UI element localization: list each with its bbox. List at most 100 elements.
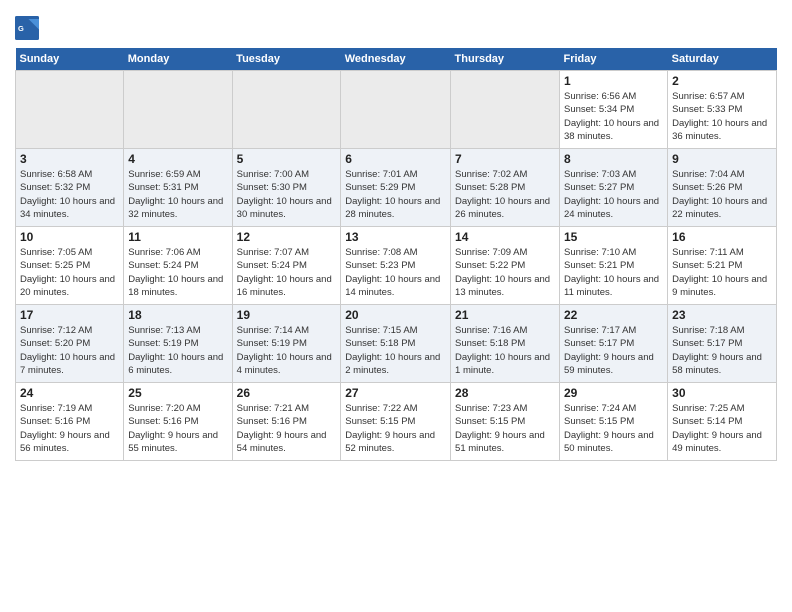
calendar-cell: 27 Sunrise: 7:22 AM Sunset: 5:15 PM Dayli… xyxy=(341,383,451,461)
day-number: 22 xyxy=(564,308,663,322)
calendar-cell: 4Sunrise: 6:59 AM Sunset: 5:31 PM Daylig… xyxy=(124,149,232,227)
page-container: G SundayMondayTuesdayWednesdayThursdayFr… xyxy=(0,0,792,471)
calendar-cell xyxy=(451,71,560,149)
day-info: Sunrise: 7:19 AM Sunset: 5:16 PM Dayligh… xyxy=(20,402,119,455)
weekday-header-thursday: Thursday xyxy=(451,48,560,71)
day-info: Sunrise: 7:03 AM Sunset: 5:27 PM Dayligh… xyxy=(564,168,663,221)
day-info: Sunrise: 7:10 AM Sunset: 5:21 PM Dayligh… xyxy=(564,246,663,299)
day-number: 24 xyxy=(20,386,119,400)
week-row-4: 17 Sunrise: 7:12 AM Sunset: 5:20 PM Dayli… xyxy=(16,305,777,383)
weekday-header-wednesday: Wednesday xyxy=(341,48,451,71)
calendar-cell: 11 Sunrise: 7:06 AM Sunset: 5:24 PM Dayli… xyxy=(124,227,232,305)
day-info: Sunrise: 7:23 AM Sunset: 5:15 PM Dayligh… xyxy=(455,402,555,455)
day-number: 9 xyxy=(672,152,772,166)
day-number: 27 xyxy=(345,386,446,400)
day-number: 14 xyxy=(455,230,555,244)
day-info: Sunrise: 7:17 AM Sunset: 5:17 PM Dayligh… xyxy=(564,324,663,377)
calendar-cell: 29 Sunrise: 7:24 AM Sunset: 5:15 PM Dayli… xyxy=(560,383,668,461)
calendar-cell: 21 Sunrise: 7:16 AM Sunset: 5:18 PM Dayli… xyxy=(451,305,560,383)
day-number: 25 xyxy=(128,386,227,400)
calendar-cell: 10Sunrise: 7:05 AM Sunset: 5:25 PM Dayli… xyxy=(16,227,124,305)
day-info: Sunrise: 7:06 AM Sunset: 5:24 PM Dayligh… xyxy=(128,246,227,299)
svg-text:G: G xyxy=(18,24,24,33)
day-number: 11 xyxy=(128,230,227,244)
calendar-cell xyxy=(341,71,451,149)
weekday-header-friday: Friday xyxy=(560,48,668,71)
calendar-cell: 19 Sunrise: 7:14 AM Sunset: 5:19 PM Dayli… xyxy=(232,305,341,383)
calendar-cell: 24 Sunrise: 7:19 AM Sunset: 5:16 PM Dayli… xyxy=(16,383,124,461)
calendar-cell: 22 Sunrise: 7:17 AM Sunset: 5:17 PM Dayli… xyxy=(560,305,668,383)
calendar-cell: 17 Sunrise: 7:12 AM Sunset: 5:20 PM Dayli… xyxy=(16,305,124,383)
day-info: Sunrise: 7:16 AM Sunset: 5:18 PM Dayligh… xyxy=(455,324,555,377)
day-number: 28 xyxy=(455,386,555,400)
day-number: 30 xyxy=(672,386,772,400)
day-number: 8 xyxy=(564,152,663,166)
week-row-1: 1 Sunrise: 6:56 AM Sunset: 5:34 PM Daylig… xyxy=(16,71,777,149)
day-number: 29 xyxy=(564,386,663,400)
day-info: Sunrise: 7:05 AM Sunset: 5:25 PM Dayligh… xyxy=(20,246,119,299)
calendar-cell: 15 Sunrise: 7:10 AM Sunset: 5:21 PM Dayli… xyxy=(560,227,668,305)
day-number: 5 xyxy=(237,152,337,166)
day-info: Sunrise: 7:18 AM Sunset: 5:17 PM Dayligh… xyxy=(672,324,772,377)
day-info: Sunrise: 7:09 AM Sunset: 5:22 PM Dayligh… xyxy=(455,246,555,299)
day-number: 13 xyxy=(345,230,446,244)
day-info: Sunrise: 6:57 AM Sunset: 5:33 PM Dayligh… xyxy=(672,90,772,143)
week-row-2: 3 Sunrise: 6:58 AM Sunset: 5:32 PM Daylig… xyxy=(16,149,777,227)
calendar-cell: 30 Sunrise: 7:25 AM Sunset: 5:14 PM Dayli… xyxy=(668,383,777,461)
calendar-table: SundayMondayTuesdayWednesdayThursdayFrid… xyxy=(15,48,777,461)
day-number: 21 xyxy=(455,308,555,322)
day-number: 7 xyxy=(455,152,555,166)
day-info: Sunrise: 7:13 AM Sunset: 5:19 PM Dayligh… xyxy=(128,324,227,377)
day-number: 4 xyxy=(128,152,227,166)
day-number: 3 xyxy=(20,152,119,166)
weekday-header-monday: Monday xyxy=(124,48,232,71)
calendar-cell: 23 Sunrise: 7:18 AM Sunset: 5:17 PM Dayli… xyxy=(668,305,777,383)
day-info: Sunrise: 7:22 AM Sunset: 5:15 PM Dayligh… xyxy=(345,402,446,455)
calendar-cell xyxy=(124,71,232,149)
weekday-header-tuesday: Tuesday xyxy=(232,48,341,71)
day-number: 2 xyxy=(672,74,772,88)
day-info: Sunrise: 7:20 AM Sunset: 5:16 PM Dayligh… xyxy=(128,402,227,455)
day-info: Sunrise: 7:04 AM Sunset: 5:26 PM Dayligh… xyxy=(672,168,772,221)
calendar-cell: 28 Sunrise: 7:23 AM Sunset: 5:15 PM Dayli… xyxy=(451,383,560,461)
day-number: 17 xyxy=(20,308,119,322)
header-row: G xyxy=(15,10,777,42)
calendar-cell: 13 Sunrise: 7:08 AM Sunset: 5:23 PM Dayli… xyxy=(341,227,451,305)
day-number: 23 xyxy=(672,308,772,322)
calendar-cell: 5Sunrise: 7:00 AM Sunset: 5:30 PM Daylig… xyxy=(232,149,341,227)
day-info: Sunrise: 7:11 AM Sunset: 5:21 PM Dayligh… xyxy=(672,246,772,299)
day-info: Sunrise: 7:07 AM Sunset: 5:24 PM Dayligh… xyxy=(237,246,337,299)
calendar-cell: 20 Sunrise: 7:15 AM Sunset: 5:18 PM Dayli… xyxy=(341,305,451,383)
day-info: Sunrise: 7:01 AM Sunset: 5:29 PM Dayligh… xyxy=(345,168,446,221)
day-number: 19 xyxy=(237,308,337,322)
day-number: 15 xyxy=(564,230,663,244)
day-info: Sunrise: 7:02 AM Sunset: 5:28 PM Dayligh… xyxy=(455,168,555,221)
day-info: Sunrise: 6:56 AM Sunset: 5:34 PM Dayligh… xyxy=(564,90,663,143)
day-info: Sunrise: 7:12 AM Sunset: 5:20 PM Dayligh… xyxy=(20,324,119,377)
day-info: Sunrise: 7:15 AM Sunset: 5:18 PM Dayligh… xyxy=(345,324,446,377)
calendar-cell: 1 Sunrise: 6:56 AM Sunset: 5:34 PM Daylig… xyxy=(560,71,668,149)
calendar-cell: 14 Sunrise: 7:09 AM Sunset: 5:22 PM Dayli… xyxy=(451,227,560,305)
logo: G xyxy=(15,14,41,42)
day-info: Sunrise: 7:21 AM Sunset: 5:16 PM Dayligh… xyxy=(237,402,337,455)
calendar-cell: 6Sunrise: 7:01 AM Sunset: 5:29 PM Daylig… xyxy=(341,149,451,227)
day-number: 12 xyxy=(237,230,337,244)
day-info: Sunrise: 7:14 AM Sunset: 5:19 PM Dayligh… xyxy=(237,324,337,377)
calendar-cell: 26Sunrise: 7:21 AM Sunset: 5:16 PM Dayli… xyxy=(232,383,341,461)
calendar-cell: 2 Sunrise: 6:57 AM Sunset: 5:33 PM Daylig… xyxy=(668,71,777,149)
day-number: 1 xyxy=(564,74,663,88)
day-info: Sunrise: 7:08 AM Sunset: 5:23 PM Dayligh… xyxy=(345,246,446,299)
calendar-cell xyxy=(16,71,124,149)
calendar-cell: 3 Sunrise: 6:58 AM Sunset: 5:32 PM Daylig… xyxy=(16,149,124,227)
day-info: Sunrise: 7:24 AM Sunset: 5:15 PM Dayligh… xyxy=(564,402,663,455)
day-number: 18 xyxy=(128,308,227,322)
week-row-5: 24 Sunrise: 7:19 AM Sunset: 5:16 PM Dayli… xyxy=(16,383,777,461)
day-info: Sunrise: 6:58 AM Sunset: 5:32 PM Dayligh… xyxy=(20,168,119,221)
day-number: 20 xyxy=(345,308,446,322)
day-info: Sunrise: 7:25 AM Sunset: 5:14 PM Dayligh… xyxy=(672,402,772,455)
calendar-cell: 25 Sunrise: 7:20 AM Sunset: 5:16 PM Dayli… xyxy=(124,383,232,461)
calendar-cell: 9 Sunrise: 7:04 AM Sunset: 5:26 PM Daylig… xyxy=(668,149,777,227)
weekday-header-row: SundayMondayTuesdayWednesdayThursdayFrid… xyxy=(16,48,777,71)
calendar-cell: 7 Sunrise: 7:02 AM Sunset: 5:28 PM Daylig… xyxy=(451,149,560,227)
calendar-cell: 12 Sunrise: 7:07 AM Sunset: 5:24 PM Dayli… xyxy=(232,227,341,305)
